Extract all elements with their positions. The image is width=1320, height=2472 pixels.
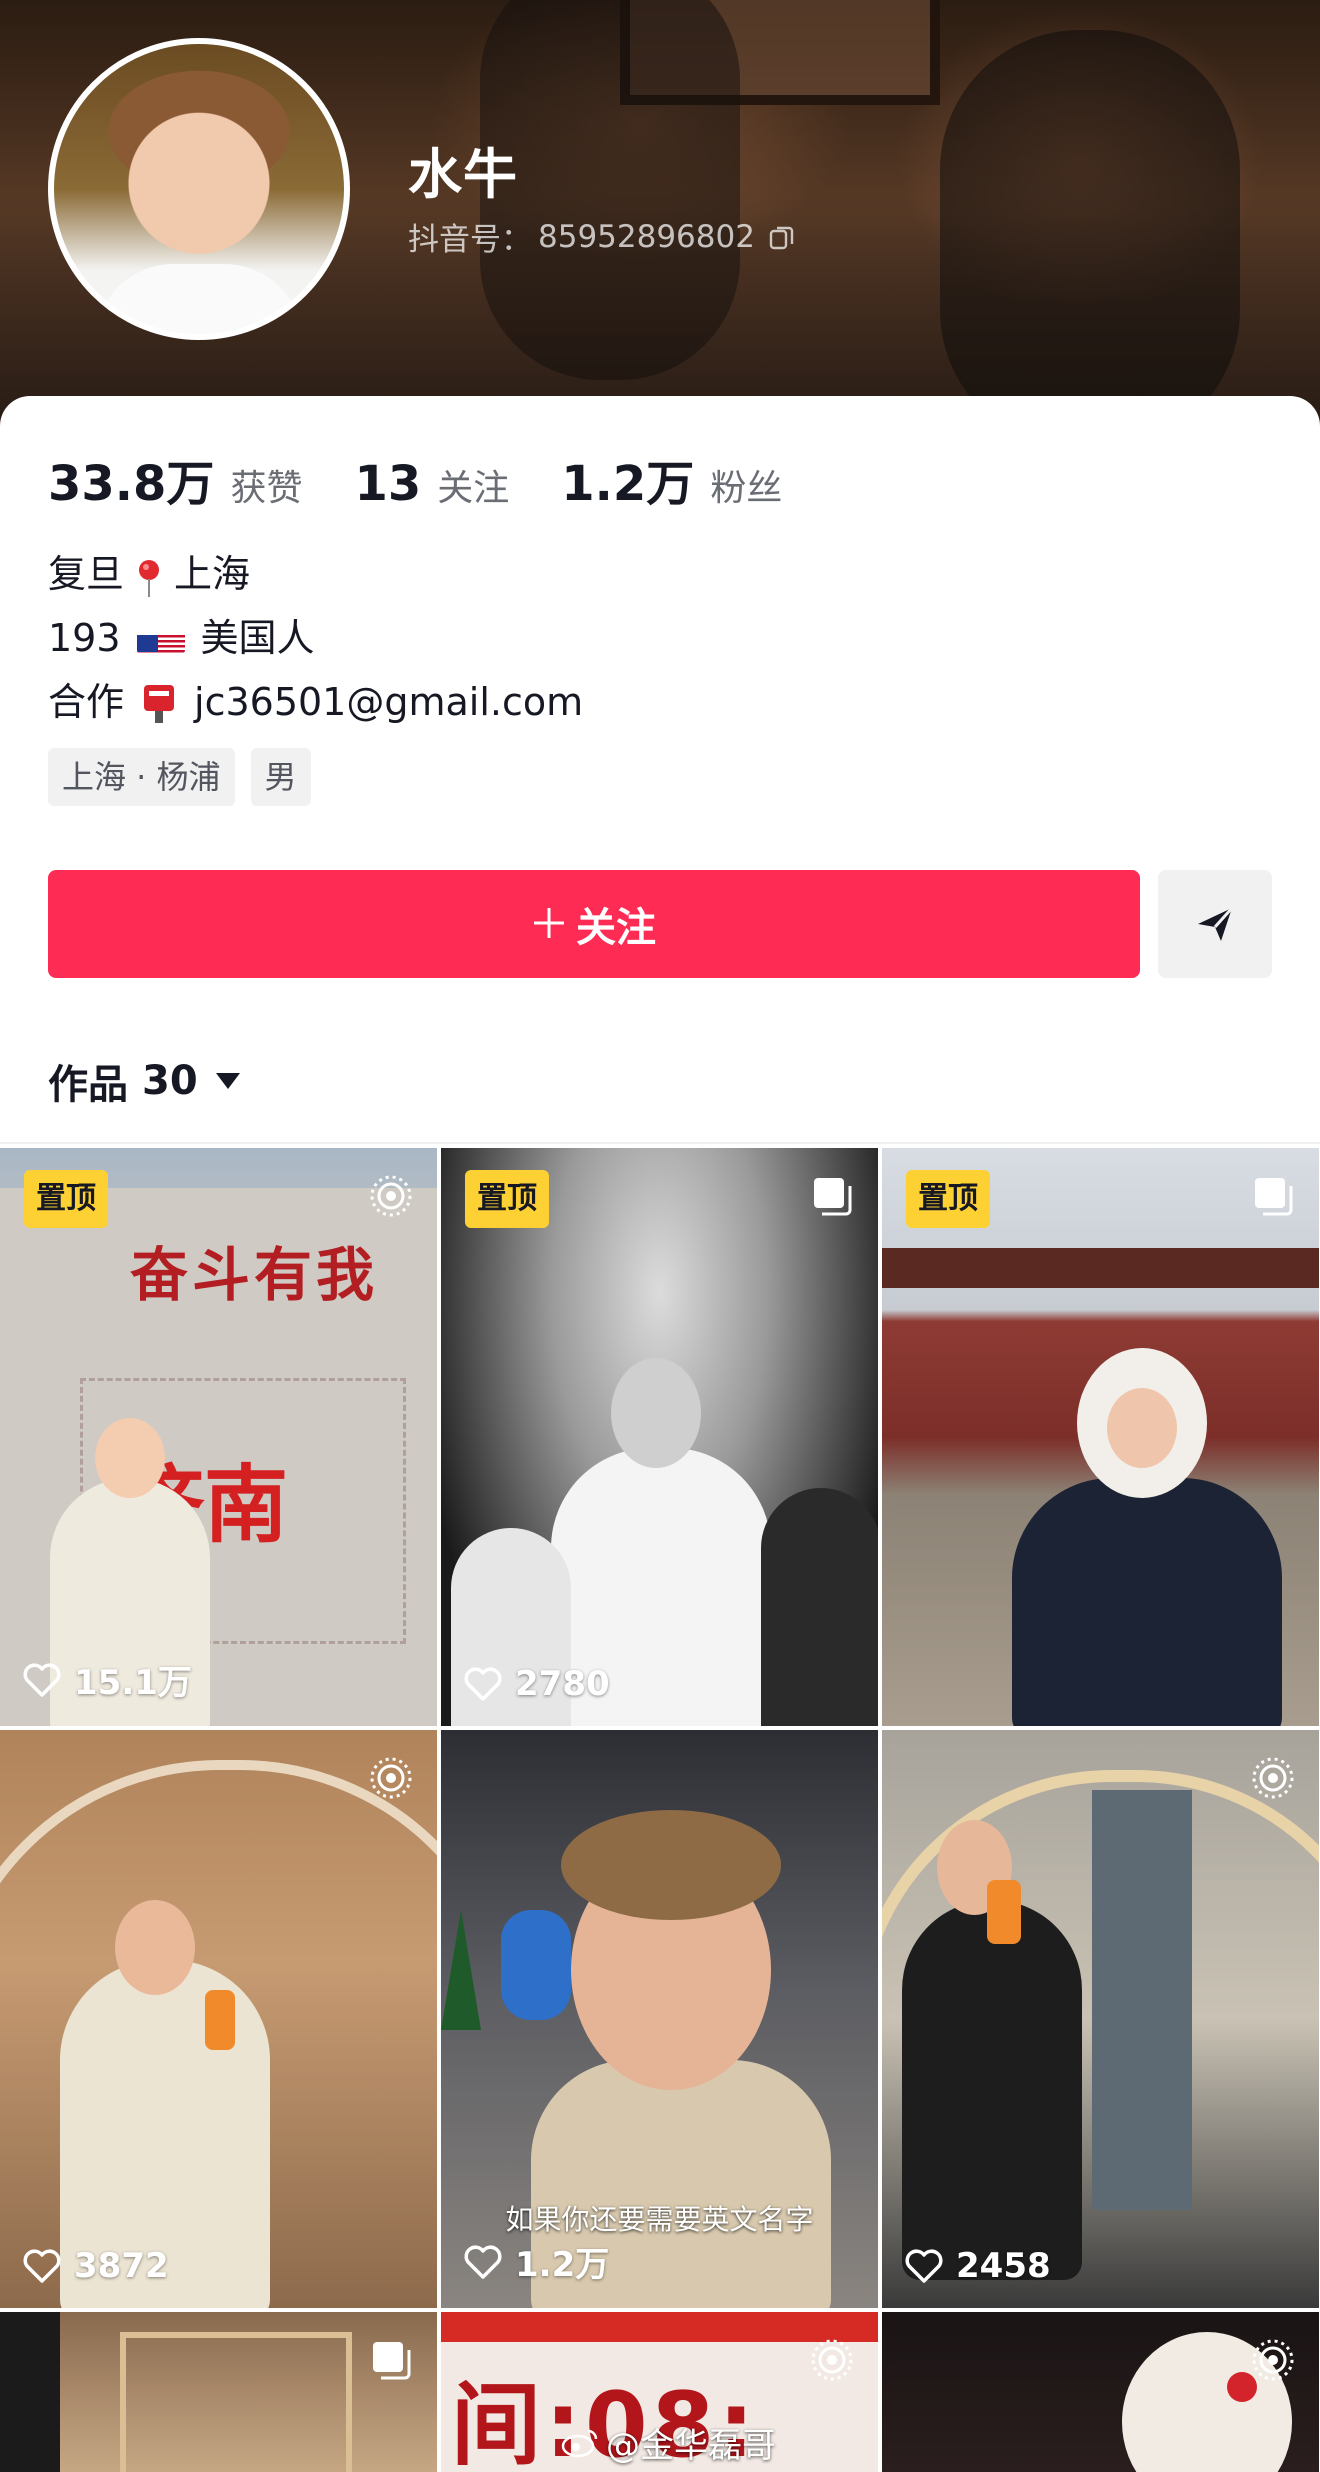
- video-tile[interactable]: [0, 2312, 437, 2472]
- video-tile[interactable]: 3872: [0, 1730, 437, 2308]
- works-label: 作品: [48, 1062, 128, 1108]
- avatar[interactable]: [48, 38, 350, 340]
- bio-text: 上海: [174, 552, 251, 596]
- live-photo-icon: [811, 2339, 853, 2381]
- multi-image-icon: [373, 2342, 411, 2380]
- video-tile[interactable]: 奋斗有我 济南 置顶 15.1万: [0, 1148, 437, 1726]
- tag-gender: 男: [250, 748, 311, 806]
- heart-icon: [464, 1667, 502, 1701]
- bio-line-school: 复旦 上海: [48, 542, 583, 606]
- live-photo-icon: [1252, 1757, 1294, 1799]
- plus-icon: [532, 896, 566, 952]
- like-count-text: 1.2万: [515, 2245, 610, 2285]
- tag-location[interactable]: 上海 · 杨浦: [48, 748, 235, 806]
- multi-image-icon: [814, 1178, 852, 1216]
- heart-icon: [23, 1663, 61, 1697]
- douyin-id-row[interactable]: 抖音号： 85952896802: [408, 214, 797, 259]
- stat-value: 13: [354, 456, 422, 512]
- like-count-text: 2780: [515, 1664, 610, 1704]
- stat-value: 1.2万: [561, 456, 695, 512]
- video-caption: 如果你还要需要英文名字: [505, 2203, 814, 2236]
- send-message-button[interactable]: [1158, 870, 1272, 978]
- watermark-text: @金华磊哥: [606, 2426, 776, 2466]
- like-count-text: 2458: [956, 2246, 1051, 2286]
- bio-text: 美国人: [200, 616, 315, 660]
- like-count-text: 3872: [74, 2246, 169, 2286]
- bio-text: 193: [48, 616, 121, 660]
- douyin-id-label: 抖音号：: [408, 222, 532, 258]
- profile-tags: 上海 · 杨浦 男: [48, 748, 311, 806]
- pinned-badge: 置顶: [24, 1170, 108, 1228]
- stats-row: 33.8万 获赞 13 关注 1.2万 粉丝: [48, 444, 834, 514]
- douyin-id: 85952896802: [538, 218, 755, 255]
- like-count-text: 15.1万: [74, 1663, 192, 1703]
- stat-label: 获赞: [230, 468, 303, 509]
- bio-text: 合作: [48, 680, 125, 724]
- like-count: 2780: [463, 1664, 610, 1704]
- profile-name: 水牛: [408, 143, 518, 206]
- follow-button[interactable]: 关注: [48, 870, 1140, 978]
- bio-email[interactable]: jc36501@gmail.com: [194, 670, 583, 734]
- heart-icon: [464, 2245, 502, 2279]
- like-count: 15.1万: [22, 1655, 192, 1704]
- round-pushpin-icon: [136, 554, 162, 597]
- heart-icon: [905, 2249, 943, 2283]
- works-tab[interactable]: 作品 30: [48, 1052, 240, 1110]
- divider: [0, 1142, 1320, 1144]
- postbox-icon: [138, 680, 180, 724]
- stat-following[interactable]: 13 关注: [354, 456, 509, 512]
- like-count: 1.2万: [463, 2237, 609, 2286]
- works-count: 30: [142, 1058, 198, 1104]
- stat-label: 粉丝: [710, 468, 783, 509]
- bio-line-contact: 合作 jc36501@gmail.com: [48, 670, 583, 734]
- paper-plane-icon: [1198, 906, 1234, 941]
- weibo-logo-icon: [561, 2429, 598, 2457]
- stat-value: 33.8万: [48, 456, 215, 512]
- live-photo-icon: [370, 1757, 412, 1799]
- video-tile[interactable]: 置顶 2780: [441, 1148, 878, 1726]
- caret-down-icon: [215, 1073, 240, 1089]
- bio-text: 复旦: [48, 552, 125, 596]
- live-photo-icon: [370, 1175, 412, 1217]
- pinned-badge: 置顶: [465, 1170, 549, 1228]
- stat-label: 关注: [437, 468, 510, 509]
- multi-image-icon: [1255, 1178, 1293, 1216]
- copy-icon[interactable]: [767, 222, 797, 252]
- like-count: 3872: [22, 2246, 169, 2286]
- video-tile[interactable]: [882, 2312, 1319, 2472]
- video-tile[interactable]: 置顶: [882, 1148, 1319, 1726]
- like-count: 2458: [904, 2246, 1051, 2286]
- watermark: @金华磊哥: [560, 2418, 776, 2467]
- bio: 复旦 上海 193 美国人 合作 jc36501@gmail.com: [48, 542, 583, 734]
- avatar-shirt: [94, 264, 304, 334]
- follow-button-label: 关注: [576, 905, 656, 951]
- bio-line-height: 193 美国人: [48, 606, 583, 670]
- stat-followers[interactable]: 1.2万 粉丝: [561, 444, 782, 514]
- pinned-badge: 置顶: [906, 1170, 990, 1228]
- heart-icon: [23, 2249, 61, 2283]
- us-flag-icon: [136, 622, 185, 654]
- live-photo-icon: [1252, 2339, 1294, 2381]
- stat-likes[interactable]: 33.8万 获赞: [48, 444, 302, 514]
- video-tile[interactable]: 如果你还要需要英文名字 1.2万: [441, 1730, 878, 2308]
- video-tile[interactable]: 2458: [882, 1730, 1319, 2308]
